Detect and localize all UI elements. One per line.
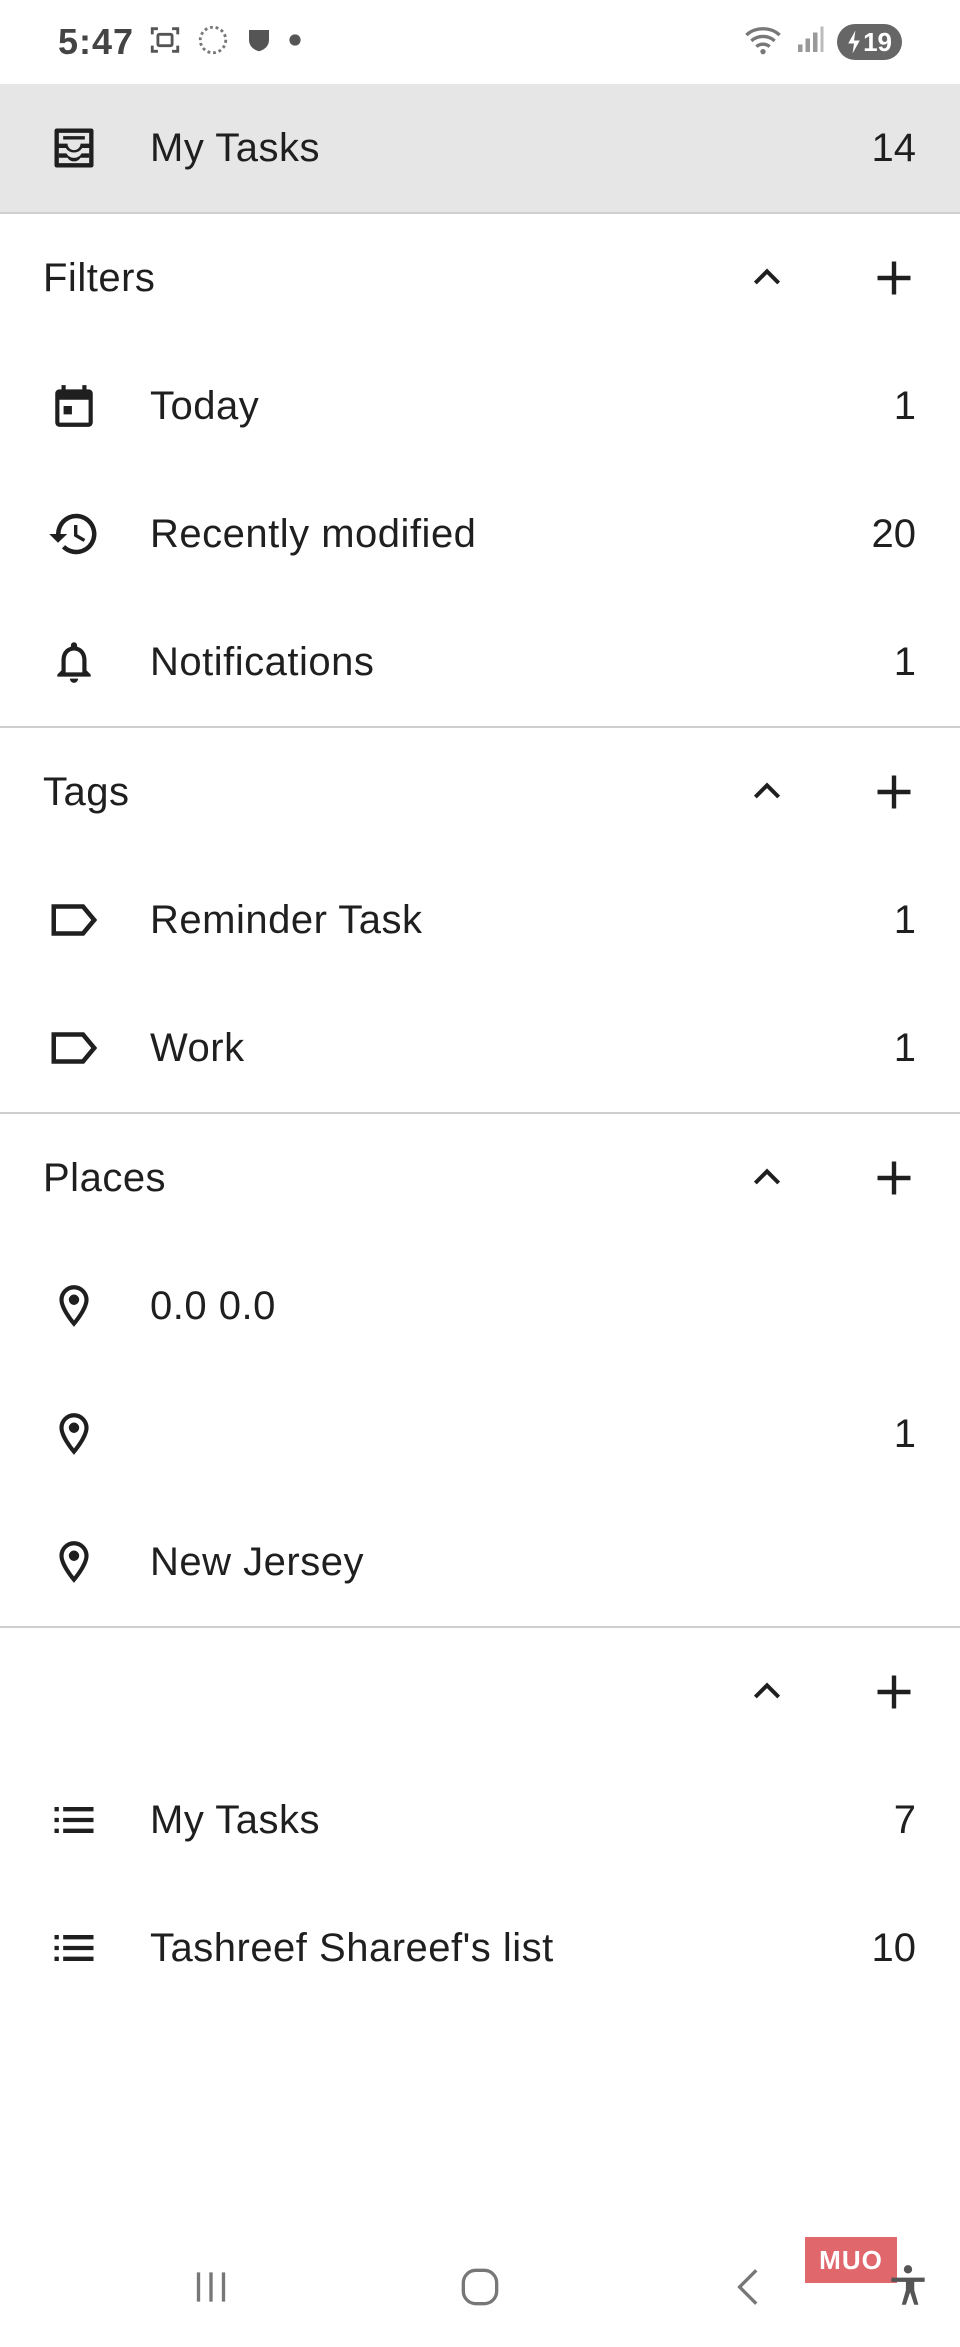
battery-level: 19: [863, 26, 892, 57]
drawer-item-count: 10: [871, 1925, 917, 1970]
wifi-icon: [743, 23, 783, 62]
drawer-item-my-tasks-all[interactable]: My Tasks 14: [0, 84, 960, 212]
add-icon[interactable]: [862, 1660, 926, 1724]
add-icon[interactable]: [862, 246, 926, 310]
drawer-item-tag-reminder-task[interactable]: Reminder Task 1: [0, 856, 960, 984]
inbox-icon: [44, 118, 104, 178]
drawer-item-count: 1: [893, 1411, 916, 1456]
place-icon: [44, 1532, 104, 1592]
drawer-item-count: 1: [893, 383, 916, 428]
drawer-item-count: 20: [871, 511, 917, 556]
screen: 5:47 19 My Tasks 14 Filters Today 1 Rece…: [0, 0, 960, 2347]
loading-icon: [196, 23, 230, 62]
dot-icon: [288, 33, 302, 52]
drawer-item-label: Recently modified: [150, 511, 477, 556]
battery-icon: 19: [837, 24, 902, 60]
chevron-up-icon[interactable]: [735, 1146, 799, 1210]
drawer-item-label: Notifications: [150, 639, 375, 684]
drawer-item-place-coordinates[interactable]: 0.0 0.0: [0, 1242, 960, 1370]
drawer-item-count: 1: [893, 639, 916, 684]
calendar-icon: [44, 376, 104, 436]
status-right: 19: [743, 23, 902, 62]
signal-icon: [795, 25, 825, 60]
section-header-tags: Tags: [0, 728, 960, 856]
status-bar: 5:47 19: [0, 0, 960, 84]
status-left: 5:47: [58, 21, 302, 63]
drawer-item-list-my-tasks[interactable]: My Tasks 7: [0, 1756, 960, 1884]
drawer-item-label: Today: [150, 383, 260, 428]
section-header-lists: [0, 1628, 960, 1756]
add-icon[interactable]: [862, 760, 926, 824]
drawer-item-count: 1: [893, 1025, 916, 1070]
accessibility-icon[interactable]: [878, 2256, 938, 2316]
drawer-item-label: New Jersey: [150, 1539, 364, 1584]
drawer-item-place-unnamed[interactable]: 1: [0, 1370, 960, 1498]
screenshot-icon: [148, 23, 182, 62]
list-icon: [44, 1918, 104, 1978]
history-icon: [44, 504, 104, 564]
back-icon[interactable]: [715, 2252, 785, 2322]
place-icon: [44, 1404, 104, 1464]
drawer-item-recently-modified[interactable]: Recently modified 20: [0, 470, 960, 598]
navigation-drawer: My Tasks 14 Filters Today 1 Recently mod…: [0, 84, 960, 2012]
chevron-up-icon[interactable]: [735, 246, 799, 310]
drawer-item-label: Work: [150, 1025, 245, 1070]
drawer-item-count: 7: [893, 1797, 916, 1842]
drawer-item-label: My Tasks: [150, 1797, 320, 1842]
drawer-item-label: 0.0 0.0: [150, 1283, 276, 1328]
drawer-item-count: 14: [871, 125, 917, 170]
drawer-item-label: Tashreef Shareef's list: [150, 1925, 554, 1970]
place-icon: [44, 1276, 104, 1336]
add-icon[interactable]: [862, 1146, 926, 1210]
section-header-places: Places: [0, 1114, 960, 1242]
status-time: 5:47: [58, 21, 135, 62]
chevron-up-icon[interactable]: [735, 760, 799, 824]
drawer-item-list-tashreef[interactable]: Tashreef Shareef's list 10: [0, 1884, 960, 2012]
drawer-item-notifications[interactable]: Notifications 1: [0, 598, 960, 726]
drawer-item-label: My Tasks: [150, 125, 320, 170]
section-title: Filters: [43, 255, 156, 300]
section-title: Places: [43, 1155, 167, 1200]
tag-icon: [44, 1018, 104, 1078]
home-icon[interactable]: [445, 2252, 515, 2322]
recent-apps-icon[interactable]: [176, 2252, 246, 2322]
drawer-item-count: 1: [893, 897, 916, 942]
tag-icon: [44, 890, 104, 950]
bell-icon: [44, 632, 104, 692]
section-title: Tags: [43, 769, 130, 814]
drawer-item-place-new-jersey[interactable]: New Jersey: [0, 1498, 960, 1626]
section-header-filters: Filters: [0, 214, 960, 342]
drawer-item-today[interactable]: Today 1: [0, 342, 960, 470]
chevron-up-icon[interactable]: [735, 1660, 799, 1724]
drawer-item-label: Reminder Task: [150, 897, 423, 942]
shield-icon: [244, 25, 274, 60]
drawer-item-tag-work[interactable]: Work 1: [0, 984, 960, 1112]
list-icon: [44, 1790, 104, 1850]
